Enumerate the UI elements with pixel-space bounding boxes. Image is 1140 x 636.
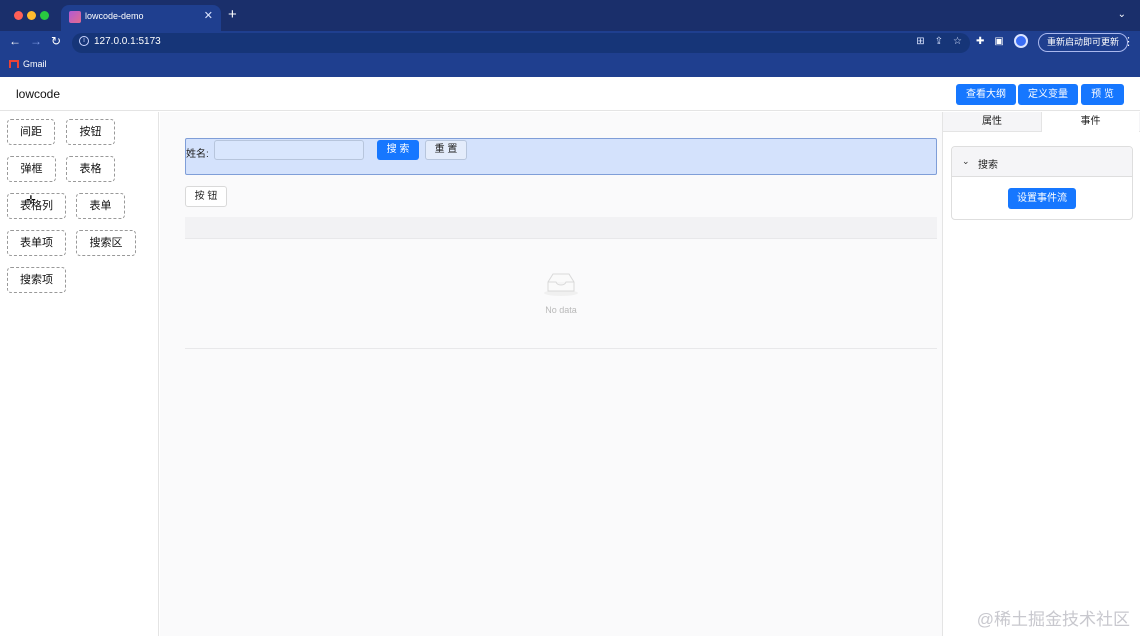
table-header bbox=[185, 217, 937, 239]
extensions-icon[interactable]: ✚ bbox=[976, 36, 984, 47]
favicon-icon bbox=[69, 11, 81, 23]
event-collapse: ⌄ 搜索 设置事件流 bbox=[951, 146, 1133, 220]
bookmark-star-icon[interactable]: ☆ bbox=[953, 36, 962, 47]
component-form-item[interactable]: 表单项 bbox=[7, 230, 66, 256]
address-bar[interactable]: i 127.0.0.1:5173 ⊞ ⇪ ☆ bbox=[72, 33, 970, 53]
component-spacing[interactable]: 间距 bbox=[7, 119, 55, 145]
update-button[interactable]: 重新启动即可更新 bbox=[1038, 33, 1129, 52]
browser-menu-icon[interactable]: ⋮ bbox=[1123, 35, 1134, 48]
design-canvas[interactable]: 姓名: 搜 索 重 置 按 钮 No data bbox=[160, 112, 942, 636]
define-variables-button[interactable]: 定义变量 bbox=[1018, 84, 1078, 105]
app-logo: lowcode bbox=[16, 87, 61, 101]
browser-toolbar: ← → ↻ i 127.0.0.1:5173 ⊞ ⇪ ☆ ✚ ▣ 重新启动即可更… bbox=[0, 31, 1140, 55]
empty-text: No data bbox=[545, 305, 577, 315]
collapse-title: 搜索 bbox=[978, 160, 998, 171]
component-modal[interactable]: 弹框 bbox=[7, 156, 56, 182]
reload-icon[interactable]: ↻ bbox=[51, 34, 61, 48]
reset-button[interactable]: 重 置 bbox=[425, 140, 467, 160]
search-button[interactable]: 搜 索 bbox=[377, 140, 419, 160]
component-form[interactable]: 表单 bbox=[76, 193, 125, 219]
table-empty-state: No data bbox=[185, 239, 937, 349]
bookmarks-bar: Gmail bbox=[0, 55, 1140, 77]
profile-avatar[interactable] bbox=[1013, 34, 1028, 48]
preview-button[interactable]: 预 览 bbox=[1081, 84, 1124, 105]
translate-icon[interactable]: ⊞ bbox=[916, 36, 924, 47]
browser-window: lowcode-demo ✕ + ⌄ ← → ↻ i 127.0.0.1:517… bbox=[0, 0, 1140, 636]
search-field-label: 姓名: bbox=[186, 149, 209, 160]
component-search-item[interactable]: 搜索项 bbox=[7, 267, 66, 293]
lowcode-app: lowcode 查看大纲 定义变量 预 览 间距 按钮 弹框 表格 表格列 表单… bbox=[0, 77, 1140, 636]
maximize-window-button[interactable] bbox=[40, 11, 49, 20]
tab-title: lowcode-demo bbox=[85, 11, 144, 21]
component-search-area[interactable]: 搜索区 bbox=[76, 230, 136, 256]
component-table-column[interactable]: 表格列 bbox=[7, 193, 66, 219]
new-tab-button[interactable]: + bbox=[228, 6, 237, 23]
component-library: 间距 按钮 弹框 表格 表格列 表单 表单项 搜索区 搜索项 bbox=[0, 112, 159, 636]
side-panel-icon[interactable]: ▣ bbox=[994, 36, 1003, 47]
collapse-header[interactable]: ⌄ 搜索 bbox=[952, 147, 1132, 177]
search-area-selected[interactable]: 姓名: 搜 索 重 置 bbox=[185, 138, 937, 175]
forward-icon[interactable]: → bbox=[30, 34, 42, 48]
url-text[interactable]: 127.0.0.1:5173 bbox=[94, 36, 161, 47]
settings-panel: 属性 事件 ⌄ 搜索 设置事件流 bbox=[942, 112, 1140, 636]
bookmark-label: Gmail bbox=[23, 59, 47, 69]
tab-events[interactable]: 事件 bbox=[1041, 112, 1139, 132]
chevron-down-icon: ⌄ bbox=[962, 156, 970, 166]
app-header: lowcode 查看大纲 定义变量 预 览 bbox=[0, 77, 1140, 111]
tab-close-icon[interactable]: ✕ bbox=[204, 9, 213, 22]
name-search-input[interactable] bbox=[214, 140, 364, 160]
minimize-window-button[interactable] bbox=[27, 11, 36, 20]
bookmark-gmail[interactable]: Gmail bbox=[9, 59, 47, 69]
component-table[interactable]: 表格 bbox=[66, 156, 115, 182]
view-outline-button[interactable]: 查看大纲 bbox=[956, 84, 1016, 105]
close-window-button[interactable] bbox=[14, 11, 23, 20]
set-event-flow-button[interactable]: 设置事件流 bbox=[1008, 188, 1076, 209]
browser-tab[interactable]: lowcode-demo ✕ bbox=[61, 5, 221, 31]
back-icon[interactable]: ← bbox=[9, 34, 21, 48]
empty-inbox-icon bbox=[544, 273, 578, 296]
tab-strip: lowcode-demo ✕ + ⌄ bbox=[0, 0, 1140, 31]
tab-properties[interactable]: 属性 bbox=[943, 112, 1041, 132]
gmail-icon bbox=[9, 60, 19, 68]
watermark: @稀土掘金技术社区 bbox=[976, 610, 1130, 629]
drag-cursor-icon: ✛ bbox=[26, 193, 37, 207]
site-info-icon[interactable]: i bbox=[79, 36, 89, 46]
tab-search-icon[interactable]: ⌄ bbox=[1118, 9, 1126, 20]
share-icon[interactable]: ⇪ bbox=[935, 36, 943, 47]
canvas-button[interactable]: 按 钮 bbox=[185, 186, 227, 207]
settings-tabs: 属性 事件 bbox=[943, 112, 1140, 132]
component-button[interactable]: 按钮 bbox=[66, 119, 115, 145]
